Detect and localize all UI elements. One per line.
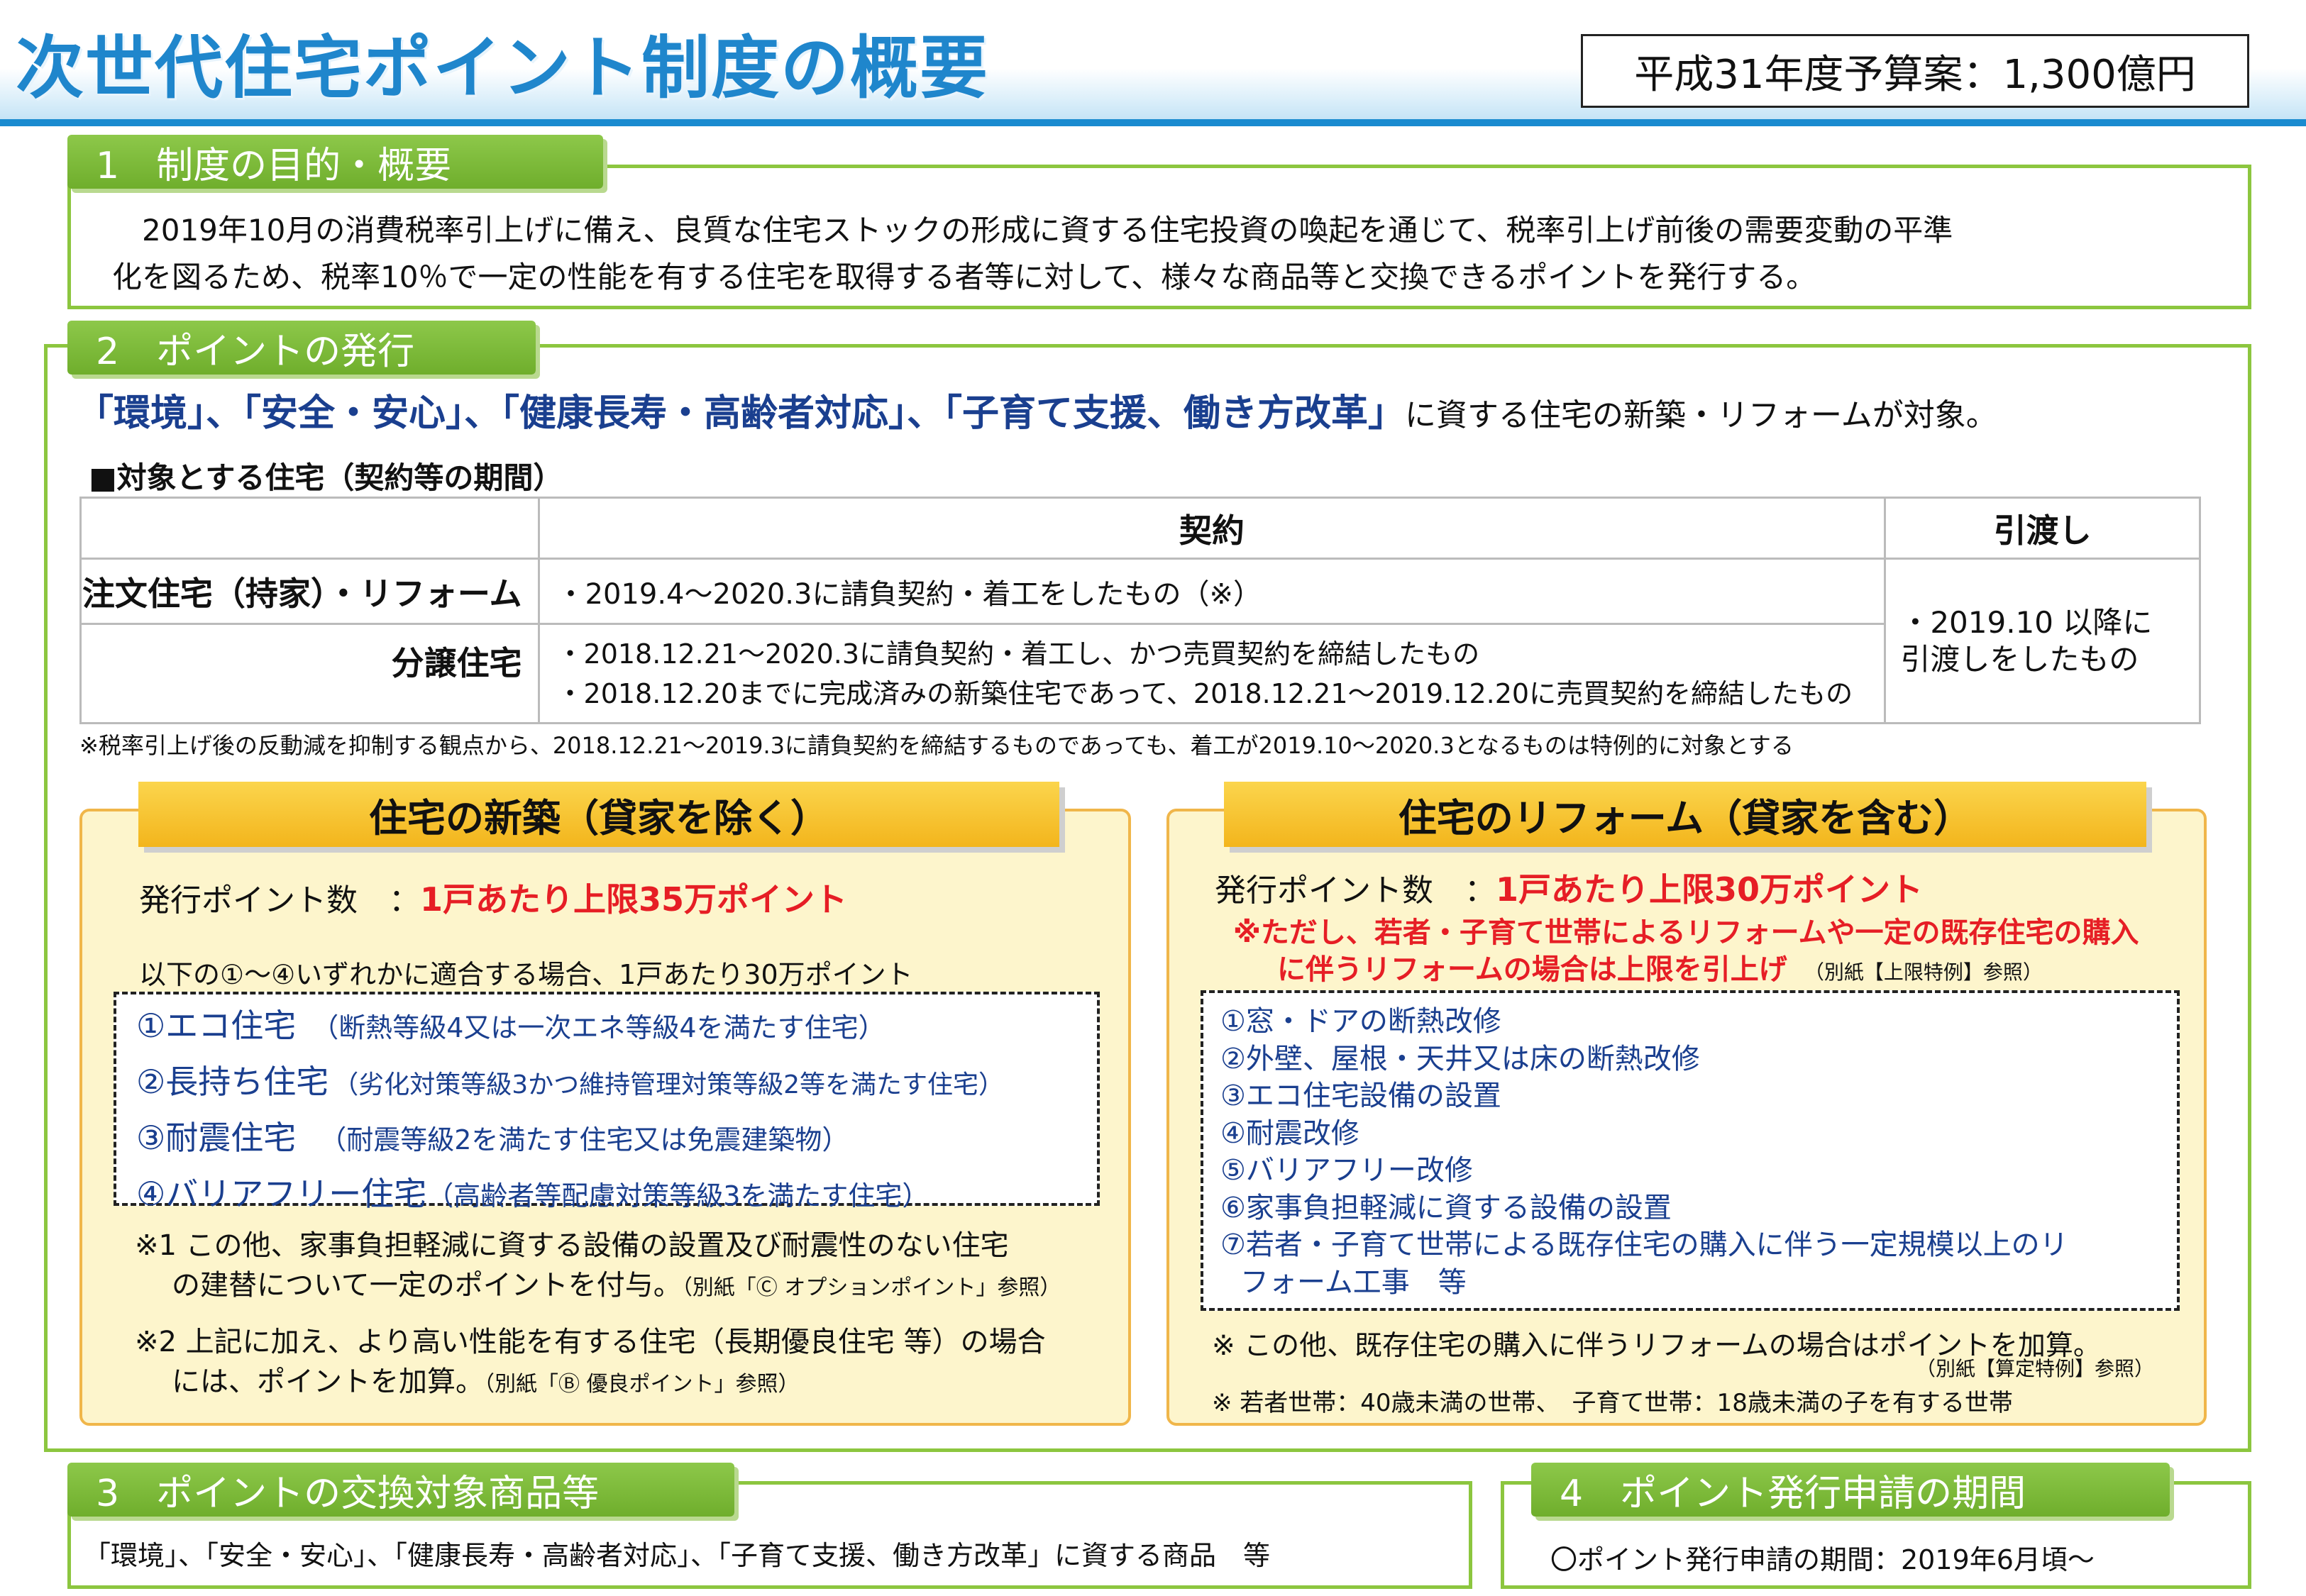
table-corner	[79, 497, 540, 560]
new-build-sub: 以下の①～④いずれかに適合する場合、1戸あたり30万ポイント	[139, 959, 913, 990]
reform-red-note-1: ※ただし、若者・子育て世帯によるリフォームや一定の既存住宅の購入	[1233, 916, 2139, 949]
new-build-item-longlife: ②長持ち住宅 （劣化対策等級3かつ維持管理対策等級2等を満たす住宅）	[136, 1063, 1005, 1101]
reform-note-ref: （別紙【算定特例】参照）	[1916, 1357, 2155, 1380]
reform-points-label: 発行ポイント数 ：	[1215, 872, 1496, 909]
delivery-line-2: 引渡しをしたもの	[1900, 641, 2139, 677]
row-head-condo: 分譲住宅	[79, 623, 540, 724]
section2-tab: 2 ポイントの発行	[67, 321, 536, 375]
new-build-points-value: 1戸あたり上限35万ポイント	[420, 880, 848, 919]
new-build-note-1: ※1 この他、家事負担軽減に資する設備の設置及び耐震性のない住宅 の建替について…	[135, 1229, 1061, 1302]
delivery-line-1: ・2019.10 以降に	[1900, 604, 2153, 640]
section1-line-2: 化を図るため、税率10％で一定の性能を有する住宅を取得する者等に対して、様々な商…	[112, 260, 1816, 294]
reform-item-7: ⑦若者・子育て世帯による既存住宅の購入に伴う一定規模以上のリ	[1220, 1229, 2068, 1261]
reform-item-7-cont: フォーム工事 等	[1240, 1265, 1467, 1299]
reform-note-2: ※ 若者世帯：40歳未満の世帯、 子育て世帯：18歳未満の子を有する世帯	[1212, 1389, 2013, 1417]
reform-red-note-2-line: に伴うリフォームの場合は上限を引上げ （別紙【上限特例】参照）	[1277, 953, 2043, 986]
section4-text: 〇ポイント発行申請の期間：2019年6月頃～	[1550, 1544, 2095, 1575]
section1-tab: 1 制度の目的・概要	[67, 135, 603, 189]
budget-box: 平成31年度予算案：1,300億円	[1581, 34, 2249, 108]
new-build-points-label: 発行ポイント数 ：	[139, 882, 420, 919]
target-housing-table: 契約 引渡し 注文住宅（持家）・リフォーム ・2019.4～2020.3に請負契…	[79, 497, 2201, 724]
new-build-title: 住宅の新築（貸家を除く）	[138, 782, 1059, 847]
row2-contract-line-2: ・2018.12.20までに完成済みの新築住宅であって、2018.12.21～2…	[556, 677, 1853, 709]
reform-item-2: ②外壁、屋根・天井又は床の断熱改修	[1220, 1042, 1700, 1075]
section1-line-1: 2019年10月の消費税率引上げに備え、良質な住宅ストックの形成に資する住宅投資…	[112, 213, 1953, 248]
reform-item-4: ④耐震改修	[1220, 1116, 1359, 1150]
row1-contract: ・2019.4～2020.3に請負契約・着工をしたもの（※）	[537, 558, 1887, 625]
section3-tab: 3 ポイントの交換対象商品等	[67, 1463, 734, 1517]
reform-item-5: ⑤バリアフリー改修	[1220, 1154, 1473, 1187]
new-build-list: ①エコ住宅 （断熱等級4又は一次エネ等級4を満たす住宅） ②長持ち住宅 （劣化対策等…	[136, 1002, 1004, 1226]
section3-text: 「環境」、「安全・安心」、「健康長寿・高齢者対応」、「子育て支援、働き方改革」に…	[84, 1540, 1271, 1571]
table-note: ※税率引上げ後の反動減を抑制する観点から、2018.12.21～2019.3に請…	[79, 732, 1794, 759]
delivery-cell: ・2019.10 以降に 引渡しをしたもの	[1884, 558, 2201, 724]
reform-item-6: ⑥家事負担軽減に資する設備の設置	[1220, 1191, 1672, 1224]
table-title: ■対象とする住宅（契約等の期間）	[89, 460, 563, 495]
reform-item-1: ①窓・ドアの断熱改修	[1220, 1005, 1501, 1038]
row2-contract-line-1: ・2018.12.21～2020.3に請負契約・着工し、かつ売買契約を締結したも…	[556, 638, 1480, 670]
page-title: 次世代住宅ポイント制度の概要	[16, 28, 989, 108]
title-underline	[0, 119, 2306, 126]
section4-tab: 4 ポイント発行申請の期間	[1531, 1463, 2170, 1517]
reform-points: 発行ポイント数 ：1戸あたり上限30万ポイント	[1215, 864, 1923, 911]
header-delivery: 引渡し	[1884, 497, 2201, 560]
row2-contract: ・2018.12.21～2020.3に請負契約・着工し、かつ売買契約を締結したも…	[537, 623, 1887, 724]
reform-title: 住宅のリフォーム（貸家を含む）	[1224, 782, 2146, 847]
intro-tail: に資する住宅の新築・リフォームが対象。	[1405, 397, 1997, 433]
reform-points-value: 1戸あたり上限30万ポイント	[1496, 870, 1924, 909]
new-build-points: 発行ポイント数 ：1戸あたり上限35万ポイント	[139, 874, 847, 921]
new-build-note-2: ※2 上記に加え、より高い性能を有する住宅（長期優良住宅 等）の場合 には、ポイ…	[135, 1326, 1046, 1398]
new-build-item-barrierfree: ④バリアフリー住宅（高齢者等配慮対策等級3を満たす住宅）	[136, 1175, 929, 1213]
row-head-custom-home: 注文住宅（持家）・リフォーム	[79, 558, 540, 625]
header-contract: 契約	[537, 497, 1887, 560]
reform-item-3: ③エコ住宅設備の設置	[1220, 1080, 1501, 1112]
new-build-item-eco: ①エコ住宅 （断熱等級4又は一次エネ等級4を満たす住宅）	[136, 1007, 886, 1045]
intro-emphasis: 「環境」、「安全・安心」、「健康長寿・高齢者対応」、「子育て支援、働き方改革」	[77, 392, 1406, 435]
section2-intro: 「環境」、「安全・安心」、「健康長寿・高齢者対応」、「子育て支援、働き方改革」に…	[77, 383, 1997, 436]
new-build-item-seismic: ③耐震住宅 （耐震等級2を満たす住宅又は免震建築物）	[136, 1119, 849, 1157]
reform-list: ①窓・ドアの断熱改修 ②外壁、屋根・天井又は床の断熱改修 ③エコ住宅設備の設置 …	[1220, 1003, 2068, 1301]
